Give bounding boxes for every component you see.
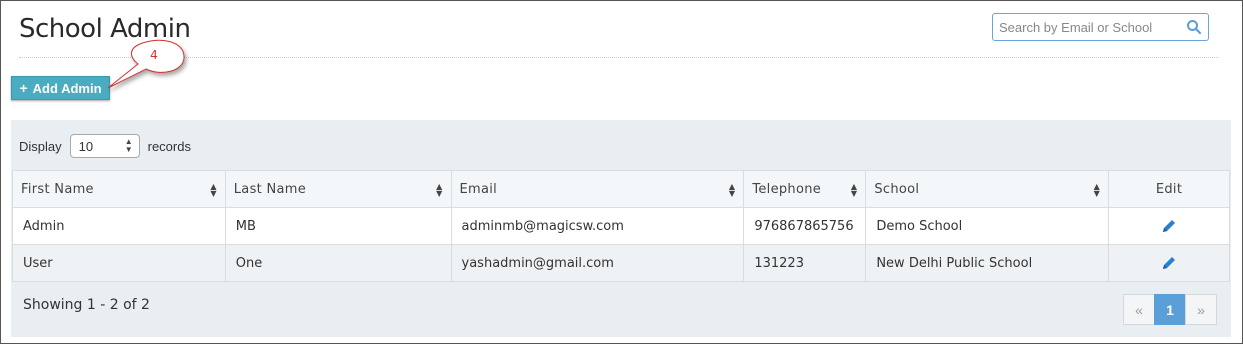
cell-telephone: 131223 bbox=[743, 244, 867, 282]
column-header-first-name[interactable]: First Name ▲ ▼ bbox=[12, 170, 226, 208]
table-header-row: First Name ▲ ▼ Last Name ▲ ▼ Email ▲ ▼ Telepho… bbox=[12, 170, 1230, 208]
column-header-school[interactable]: School ▲ ▼ bbox=[865, 170, 1110, 208]
admin-table-panel: Display 10 ▲ ▼ records First Name ▲ ▼ Last … bbox=[11, 120, 1231, 337]
cell-edit bbox=[1108, 207, 1230, 245]
sort-icon[interactable]: ▲ ▼ bbox=[1094, 183, 1100, 198]
sort-icon[interactable]: ▲ ▼ bbox=[210, 183, 216, 198]
column-header-telephone[interactable]: Telephone ▲ ▼ bbox=[743, 170, 867, 208]
cell-email: adminmb@magicsw.com bbox=[450, 207, 745, 245]
records-summary: Showing 1 - 2 of 2 bbox=[23, 297, 150, 313]
cell-school: New Delhi Public School bbox=[865, 244, 1110, 282]
display-label: Display bbox=[19, 138, 62, 154]
pagination: « 1 » bbox=[1123, 294, 1217, 325]
select-arrows-icon: ▲ ▼ bbox=[124, 137, 133, 154]
callout-bubble bbox=[107, 39, 185, 89]
admin-table: First Name ▲ ▼ Last Name ▲ ▼ Email ▲ ▼ Telepho… bbox=[12, 170, 1230, 282]
records-select-value: 10 bbox=[78, 138, 94, 154]
search-icon[interactable] bbox=[1186, 19, 1202, 35]
cell-email: yashadmin@gmail.com bbox=[450, 244, 745, 282]
records-per-page: Display 10 ▲ ▼ records bbox=[19, 134, 191, 158]
records-label: records bbox=[147, 138, 191, 154]
add-admin-label: Add Admin bbox=[32, 80, 102, 96]
cell-last-name: MB bbox=[224, 207, 452, 245]
add-admin-button[interactable]: + Add Admin bbox=[11, 76, 110, 100]
column-header-last-name[interactable]: Last Name ▲ ▼ bbox=[224, 170, 452, 208]
plus-icon: + bbox=[19, 80, 28, 96]
cell-school: Demo School bbox=[865, 207, 1110, 245]
search-input[interactable] bbox=[993, 14, 1173, 40]
cell-first-name: User bbox=[12, 244, 226, 282]
callout-number: 4 bbox=[150, 48, 158, 62]
column-header-email[interactable]: Email ▲ ▼ bbox=[450, 170, 745, 208]
search-box[interactable] bbox=[992, 13, 1209, 41]
sort-icon[interactable]: ▲ ▼ bbox=[729, 183, 735, 198]
pagination-prev[interactable]: « bbox=[1123, 294, 1155, 325]
cell-telephone: 976867865756 bbox=[743, 207, 867, 245]
pencil-edit-icon[interactable] bbox=[1161, 218, 1177, 234]
pagination-next[interactable]: » bbox=[1185, 294, 1217, 325]
pagination-page[interactable]: 1 bbox=[1154, 294, 1186, 325]
cell-edit bbox=[1108, 244, 1230, 282]
pencil-edit-icon[interactable] bbox=[1161, 255, 1177, 271]
sort-icon[interactable]: ▲ ▼ bbox=[436, 183, 442, 198]
cell-first-name: Admin bbox=[12, 207, 226, 245]
cell-last-name: One bbox=[224, 244, 452, 282]
records-select[interactable]: 10 ▲ ▼ bbox=[69, 134, 140, 158]
column-header-edit: Edit bbox=[1108, 170, 1230, 208]
sort-icon[interactable]: ▲ ▼ bbox=[851, 183, 857, 198]
table-row: User One yashadmin@gmail.com 131223 New … bbox=[12, 244, 1230, 282]
table-row: Admin MB adminmb@magicsw.com 97686786575… bbox=[12, 207, 1230, 245]
